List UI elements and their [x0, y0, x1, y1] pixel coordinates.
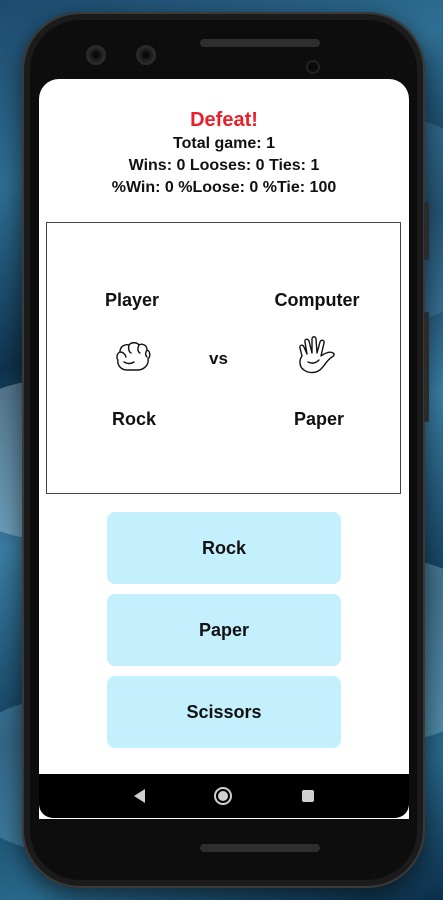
- vs-label: vs: [209, 349, 228, 368]
- proximity-sensor: [308, 62, 318, 72]
- app-screen: Defeat! Total game: 1 Wins: 0 Looses: 0 …: [39, 79, 409, 819]
- win-loss-percent: %Win: 0 %Loose: 0 %Tie: 100: [111, 179, 337, 196]
- result-title: Defeat!: [190, 109, 258, 131]
- front-camera-icon: [86, 45, 106, 65]
- home-icon[interactable]: [214, 787, 233, 805]
- rock-hand-icon: [114, 340, 152, 379]
- power-button: [424, 202, 429, 260]
- computer-choice-label: Paper: [293, 409, 345, 429]
- total-games: Total game: 1: [173, 135, 275, 152]
- back-icon[interactable]: [133, 789, 145, 803]
- win-loss-counts: Wins: 0 Looses: 0 Ties: 1: [128, 157, 320, 174]
- bottom-speaker: [200, 844, 320, 852]
- front-camera-icon: [136, 45, 156, 65]
- volume-button: [424, 312, 429, 422]
- paper-button[interactable]: Paper: [107, 594, 341, 666]
- score-header: Defeat! Total game: 1 Wins: 0 Looses: 0 …: [39, 107, 409, 199]
- paper-hand-icon: [296, 334, 344, 381]
- player-choice-label: Rock: [111, 409, 156, 429]
- player-label: Player: [104, 290, 160, 310]
- system-nav-bar: [39, 774, 409, 818]
- computer-label: Computer: [274, 290, 360, 310]
- scissors-button[interactable]: Scissors: [107, 676, 341, 748]
- rock-button[interactable]: Rock: [107, 512, 341, 584]
- top-speaker: [200, 39, 320, 47]
- match-panel: Player Computer vs Rock Paper: [46, 222, 401, 494]
- recents-icon[interactable]: [302, 790, 315, 802]
